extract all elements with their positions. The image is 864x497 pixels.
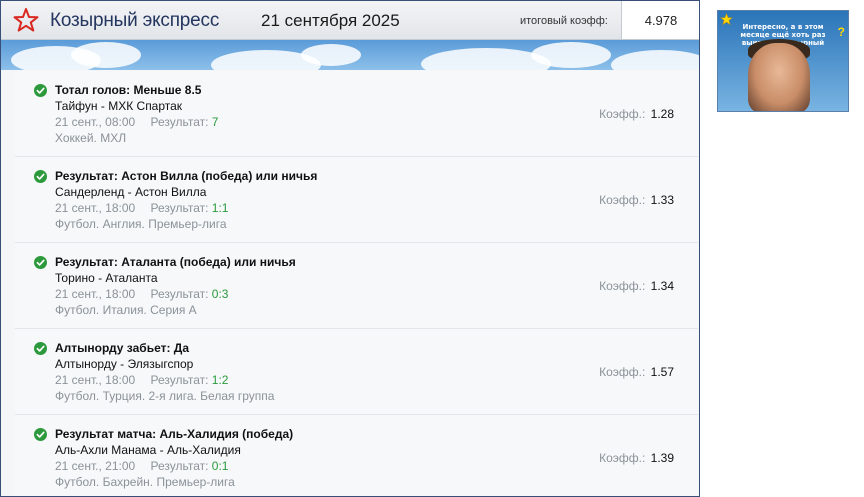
odds-value: 1.33 xyxy=(650,193,674,207)
odds-value: 1.39 xyxy=(650,451,674,465)
odds-value: 1.28 xyxy=(650,107,674,121)
bet-league: Хоккей. МХЛ xyxy=(55,131,127,145)
bet-title: Тотал голов: Меньше 8.5 xyxy=(55,83,202,97)
bet-meta: 21 сент., 18:00 Результат: 1:1 xyxy=(55,201,228,215)
bet-time: 21 сент., 21:00 xyxy=(55,459,136,473)
bet-list: Тотал голов: Меньше 8.5 Тайфун - МХК Спа… xyxy=(15,71,698,496)
ad-photo xyxy=(748,43,810,111)
result-label: Результат: xyxy=(150,287,209,301)
bet-meta: 21 сент., 21:00 Результат: 0:1 xyxy=(55,459,228,473)
bet-time: 21 сент., 18:00 xyxy=(55,287,136,301)
total-odds-box: 4.978 xyxy=(621,1,699,39)
result-value: 1:2 xyxy=(211,373,229,387)
bet-odds: Коэфф.: 1.33 xyxy=(599,193,674,207)
bet-teams: Сандерленд - Астон Вилла xyxy=(55,185,207,199)
bet-odds: Коэфф.: 1.39 xyxy=(599,451,674,465)
result-label: Результат: xyxy=(150,201,209,215)
sky-banner xyxy=(1,40,699,70)
result-label: Результат: xyxy=(150,373,209,387)
odds-label: Коэфф.: xyxy=(599,365,646,379)
brand-title: Козырный экспресс xyxy=(50,10,220,31)
bet-meta: 21 сент., 18:00 Результат: 1:2 xyxy=(55,373,228,387)
ad-question-mark: ? xyxy=(837,25,845,39)
express-widget: Козырный экспресс 21 сентября 2025 итого… xyxy=(0,0,700,497)
bet-time: 21 сент., 18:00 xyxy=(55,201,136,215)
bet-item: Результат: Астон Вилла (победа) или ничь… xyxy=(15,157,698,243)
bet-league: Футбол. Англия. Премьер-лига xyxy=(55,217,227,231)
check-circle-icon xyxy=(34,428,47,441)
result-value: 1:1 xyxy=(211,201,229,215)
widget-header: Козырный экспресс 21 сентября 2025 итого… xyxy=(1,1,699,40)
check-circle-icon xyxy=(34,84,47,97)
bet-meta: 21 сент., 18:00 Результат: 0:3 xyxy=(55,287,228,301)
result-value: 0:1 xyxy=(211,459,229,473)
bet-league: Футбол. Турция. 2-я лига. Белая группа xyxy=(55,389,275,403)
bet-teams: Тайфун - МХК Спартак xyxy=(55,99,183,113)
bet-teams: Алтынорду - Элязыгспор xyxy=(55,357,194,371)
odds-label: Коэфф.: xyxy=(599,451,646,465)
bet-league: Футбол. Бахрейн. Премьер-лига xyxy=(55,475,235,489)
bet-odds: Коэфф.: 1.57 xyxy=(599,365,674,379)
result-label: Результат: xyxy=(150,115,209,129)
bet-title: Результат матча: Аль-Халидия (победа) xyxy=(55,427,294,441)
bet-time: 21 сент., 18:00 xyxy=(55,373,136,387)
bet-teams: Торино - Аталанта xyxy=(55,271,158,285)
odds-label: Коэфф.: xyxy=(599,193,646,207)
bet-title: Алтынорду забьет: Да xyxy=(55,341,190,355)
bet-odds: Коэфф.: 1.34 xyxy=(599,279,674,293)
bet-time: 21 сент., 08:00 xyxy=(55,115,136,129)
ad-banner[interactable]: Интересно, а в этом месяце ещё хоть раз … xyxy=(717,10,849,112)
bet-league: Футбол. Италия. Серия А xyxy=(55,303,197,317)
check-circle-icon xyxy=(34,342,47,355)
bet-item: Тотал голов: Меньше 8.5 Тайфун - МХК Спа… xyxy=(15,71,698,157)
odds-value: 1.34 xyxy=(650,279,674,293)
odds-label: Коэфф.: xyxy=(599,279,646,293)
total-odds-label: итоговый коэфф: xyxy=(520,15,608,27)
check-circle-icon xyxy=(34,256,47,269)
bet-item: Результат: Аталанта (победа) или ничья Т… xyxy=(15,243,698,329)
star-icon xyxy=(13,8,39,32)
bet-title: Результат: Аталанта (победа) или ничья xyxy=(55,255,296,269)
bet-item: Алтынорду забьет: Да Алтынорду - Элязыгс… xyxy=(15,329,698,415)
bet-meta: 21 сент., 08:00 Результат: 7 xyxy=(55,115,218,129)
result-value: 7 xyxy=(211,115,219,129)
odds-label: Коэфф.: xyxy=(599,107,646,121)
result-value: 0:3 xyxy=(211,287,229,301)
express-date: 21 сентября 2025 xyxy=(261,11,400,30)
total-odds-value: 4.978 xyxy=(644,13,678,28)
bet-title: Результат: Астон Вилла (победа) или ничь… xyxy=(55,169,318,183)
result-label: Результат: xyxy=(150,459,209,473)
odds-value: 1.57 xyxy=(650,365,674,379)
bet-teams: Аль-Ахли Манама - Аль-Халидия xyxy=(55,443,241,457)
check-circle-icon xyxy=(34,170,47,183)
bet-odds: Коэфф.: 1.28 xyxy=(599,107,674,121)
bet-item: Результат матча: Аль-Халидия (победа) Ал… xyxy=(15,415,698,496)
